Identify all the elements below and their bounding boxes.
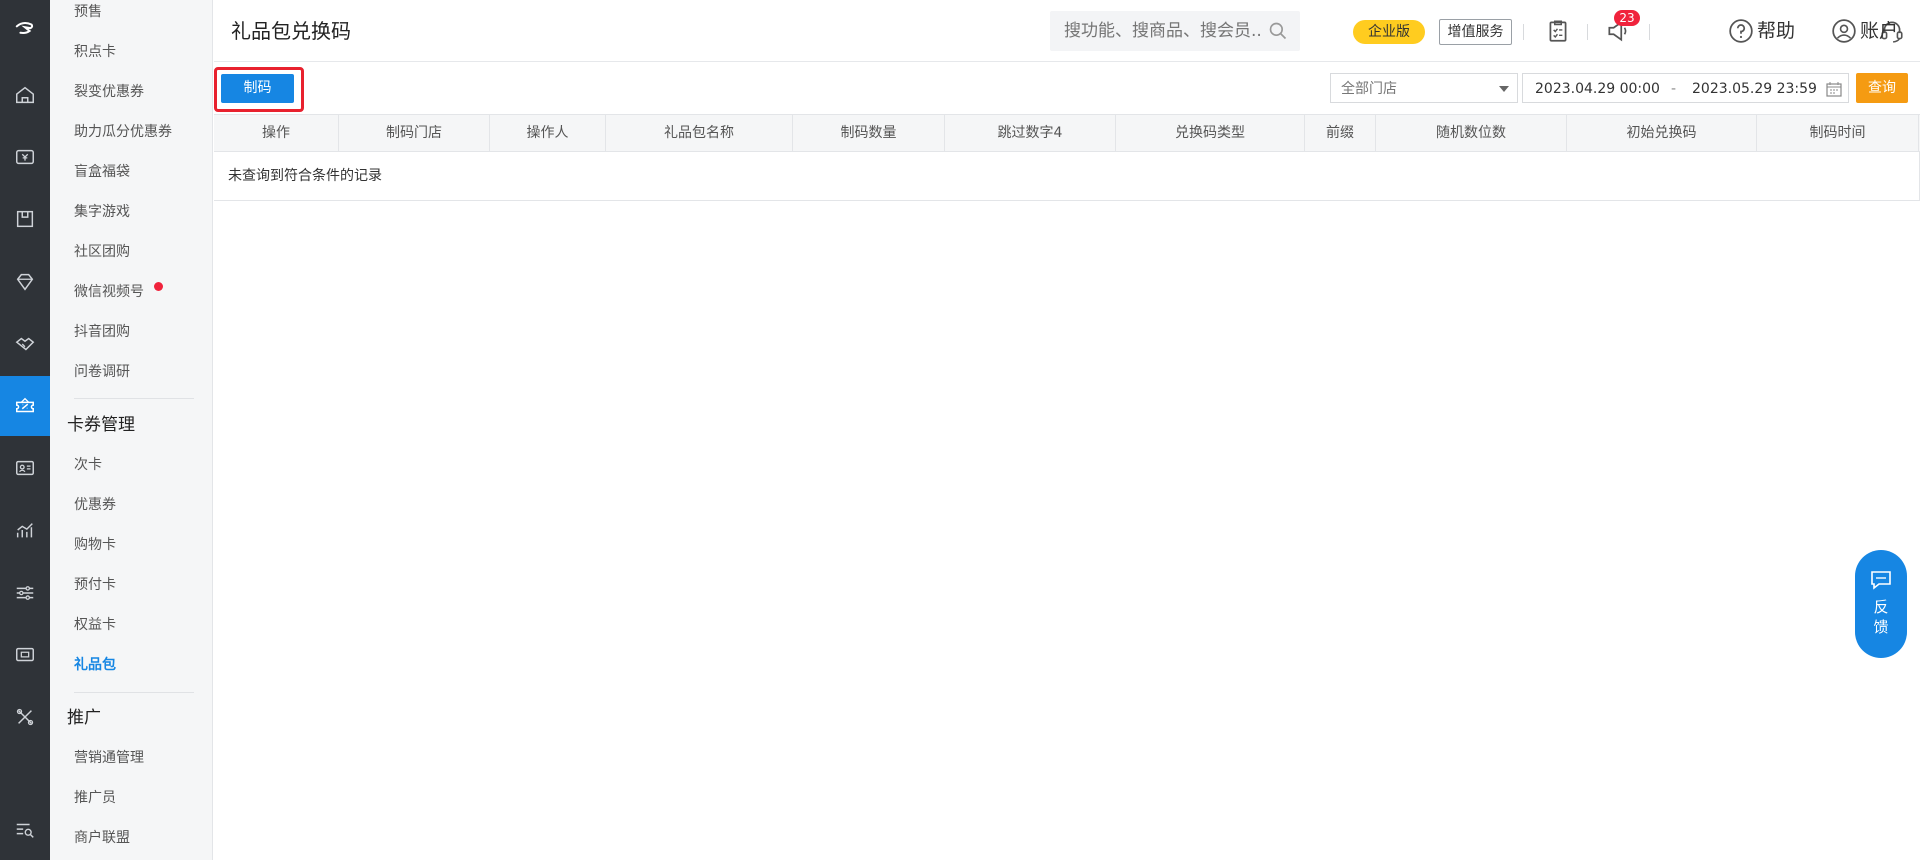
member-diamond-icon[interactable] bbox=[0, 252, 50, 312]
task-clipboard-icon[interactable] bbox=[1544, 17, 1572, 45]
header-separator bbox=[1587, 24, 1588, 40]
sidebar-item-gift-pack[interactable]: 礼品包 bbox=[74, 655, 116, 675]
redeem-code-table: 操作 制码门店 操作人 礼品包名称 制码数量 跳过数字4 兑换码类型 前缀 随机… bbox=[214, 114, 1920, 201]
column-header: 初始兑换码 bbox=[1567, 115, 1757, 152]
date-range-picker[interactable]: 2023.04.29 00:00 - 2023.05.29 23:59 bbox=[1522, 73, 1849, 103]
enterprise-edition-badge[interactable]: 企业版 bbox=[1353, 20, 1425, 44]
top-header: 礼品包兑换码 企业版 增值服务 23 帮助 账户 bbox=[214, 0, 1920, 62]
marketing-coupon-icon[interactable] bbox=[0, 376, 50, 436]
sidebar-item-points-card[interactable]: 积点卡 bbox=[74, 42, 116, 62]
goods-icon[interactable] bbox=[0, 189, 50, 249]
sidebar-item-community-group[interactable]: 社区团购 bbox=[74, 242, 130, 262]
sidebar-item-merchant-alliance[interactable]: 商户联盟 bbox=[74, 828, 130, 848]
sidebar-item-promoter[interactable]: 推广员 bbox=[74, 788, 116, 808]
column-header: 随机数位数 bbox=[1376, 115, 1567, 152]
column-header: 跳过数字4 bbox=[945, 115, 1116, 152]
sidebar-item-survey[interactable]: 问卷调研 bbox=[74, 362, 130, 382]
account-avatar-icon[interactable] bbox=[1830, 17, 1858, 45]
table-header: 操作 制码门店 操作人 礼品包名称 制码数量 跳过数字4 兑换码类型 前缀 随机… bbox=[214, 114, 1920, 152]
sidebar-item-presale[interactable]: 预售 bbox=[74, 2, 102, 22]
empty-state-text: 未查询到符合条件的记录 bbox=[228, 168, 382, 184]
column-header: 制码时间 bbox=[1757, 115, 1919, 152]
sidebar-item-shopping-card[interactable]: 购物卡 bbox=[74, 535, 116, 555]
column-header: 前缀 bbox=[1305, 115, 1376, 152]
sidebar-section-promotion: 推广 bbox=[67, 708, 101, 728]
column-header: 兑换码类型 bbox=[1116, 115, 1305, 152]
empty-state-row: 未查询到符合条件的记录 bbox=[214, 152, 1920, 201]
column-header: 制码门店 bbox=[339, 115, 490, 152]
make-code-button[interactable]: 制码 bbox=[221, 74, 294, 103]
column-header: 操作 bbox=[214, 115, 339, 152]
query-button[interactable]: 查询 bbox=[1856, 73, 1908, 103]
chevron-down-icon bbox=[1499, 86, 1509, 92]
sidebar-divider bbox=[74, 692, 194, 693]
column-header: 礼品包名称 bbox=[606, 115, 793, 152]
header-separator bbox=[1649, 24, 1650, 40]
sidebar-item-times-card[interactable]: 次卡 bbox=[74, 455, 102, 475]
chat-bubble-icon bbox=[1871, 571, 1891, 590]
sidebar-item-blind-box[interactable]: 盲盒福袋 bbox=[74, 162, 130, 182]
store-select-value: 全部门店 bbox=[1341, 81, 1397, 97]
date-end[interactable]: 2023.05.29 23:59 bbox=[1692, 79, 1817, 99]
date-separator: - bbox=[1671, 81, 1677, 97]
header-separator bbox=[1523, 24, 1524, 40]
sidebar-item-douyin-group[interactable]: 抖音团购 bbox=[74, 322, 130, 342]
global-search[interactable] bbox=[1050, 11, 1300, 51]
logo-icon[interactable] bbox=[0, 0, 50, 60]
sidebar-item-fission-coupon[interactable]: 裂变优惠券 bbox=[74, 82, 144, 102]
calendar-icon[interactable] bbox=[1826, 81, 1842, 97]
column-header: 制码数量 bbox=[793, 115, 945, 152]
search-icon[interactable] bbox=[1268, 21, 1288, 41]
sidebar-item-word-game[interactable]: 集字游戏 bbox=[74, 202, 130, 222]
value-added-services-button[interactable]: 增值服务 bbox=[1439, 19, 1512, 45]
sidebar-item-marketing-pass[interactable]: 营销通管理 bbox=[74, 748, 144, 768]
help-icon[interactable] bbox=[1727, 17, 1755, 45]
search-input[interactable] bbox=[1050, 11, 1260, 51]
sidebar-divider bbox=[74, 398, 194, 399]
sidebar-item-assist-coupon[interactable]: 助力瓜分优惠券 bbox=[74, 122, 172, 142]
feedback-button[interactable]: 反 馈 bbox=[1855, 550, 1907, 658]
staff-card-icon[interactable] bbox=[0, 438, 50, 498]
tools-icon[interactable] bbox=[0, 687, 50, 747]
home-icon[interactable] bbox=[0, 65, 50, 125]
handshake-icon[interactable] bbox=[0, 314, 50, 374]
device-icon[interactable] bbox=[0, 625, 50, 685]
sidebar-item-prepaid-card[interactable]: 预付卡 bbox=[74, 575, 116, 595]
date-start[interactable]: 2023.04.29 00:00 bbox=[1535, 79, 1660, 99]
menu-search-icon[interactable] bbox=[0, 800, 50, 860]
analytics-icon[interactable] bbox=[0, 500, 50, 560]
notification-count-badge: 23 bbox=[1614, 10, 1640, 26]
column-header: 操作人 bbox=[490, 115, 606, 152]
settings-sliders-icon[interactable] bbox=[0, 563, 50, 623]
sidebar-item-wechat-video[interactable]: 微信视频号 bbox=[74, 282, 144, 302]
page-title: 礼品包兑换码 bbox=[231, 19, 351, 43]
cashier-icon[interactable] bbox=[0, 127, 50, 187]
account-link[interactable]: 账户 bbox=[1860, 18, 1898, 44]
new-dot-badge bbox=[154, 282, 163, 291]
sidebar-item-coupon[interactable]: 优惠券 bbox=[74, 495, 116, 515]
sidebar-item-benefit-card[interactable]: 权益卡 bbox=[74, 615, 116, 635]
store-select[interactable]: 全部门店 bbox=[1330, 73, 1518, 103]
feedback-label-1: 反 bbox=[1873, 598, 1889, 616]
sidebar-section-card-management: 卡券管理 bbox=[67, 415, 135, 435]
secondary-sidebar: 预售 积点卡 裂变优惠券 助力瓜分优惠券 盲盒福袋 集字游戏 社区团购 微信视频… bbox=[50, 0, 213, 860]
feedback-label-2: 馈 bbox=[1873, 618, 1889, 636]
icon-rail bbox=[0, 0, 50, 860]
help-link[interactable]: 帮助 bbox=[1757, 18, 1795, 44]
